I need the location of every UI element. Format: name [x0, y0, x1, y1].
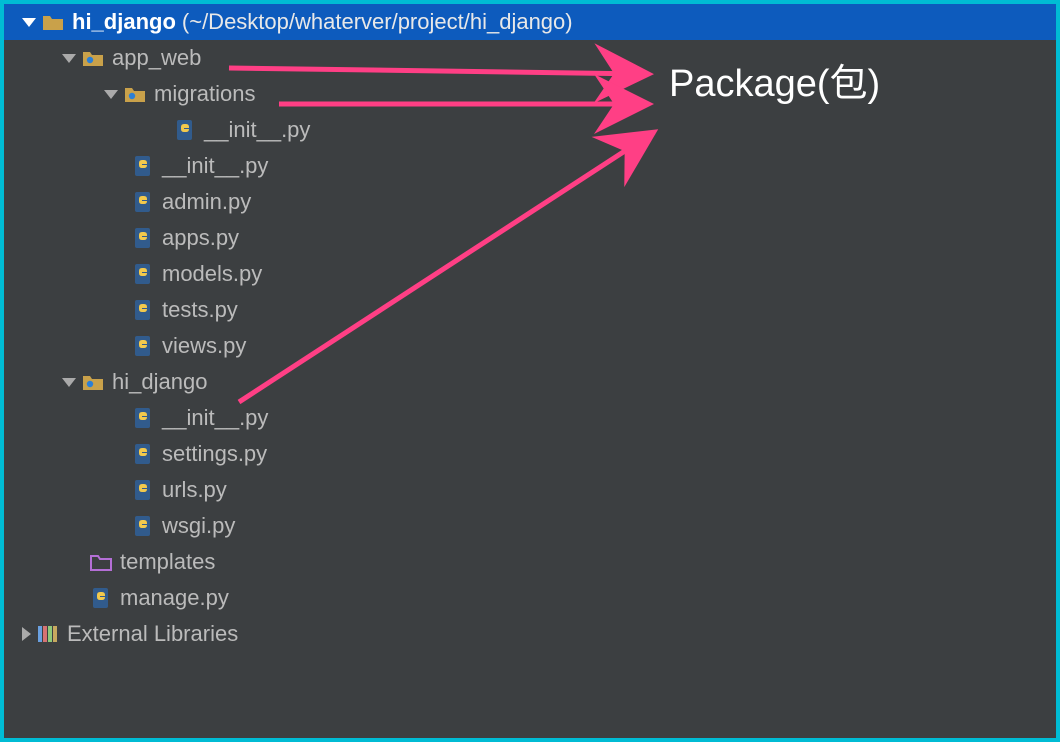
file-label: wsgi.py: [162, 513, 235, 539]
tree-row-file[interactable]: __init__.py: [4, 400, 1056, 436]
folder-label: migrations: [154, 81, 255, 107]
tree-row-file[interactable]: views.py: [4, 328, 1056, 364]
chevron-right-icon[interactable]: [22, 627, 31, 641]
file-label: settings.py: [162, 441, 267, 467]
file-label: apps.py: [162, 225, 239, 251]
python-file-icon: [132, 479, 154, 501]
python-file-icon: [132, 299, 154, 321]
file-label: __init__.py: [204, 117, 310, 143]
chevron-down-icon[interactable]: [62, 378, 76, 387]
python-file-icon: [174, 119, 196, 141]
tree-row-external-libraries[interactable]: External Libraries: [4, 616, 1056, 652]
tree-row-hi-django[interactable]: hi_django: [4, 364, 1056, 400]
python-file-icon: [132, 515, 154, 537]
file-label: __init__.py: [162, 405, 268, 431]
python-file-icon: [132, 191, 154, 213]
file-label: models.py: [162, 261, 262, 287]
folder-label: app_web: [112, 45, 201, 71]
python-file-icon: [90, 587, 112, 609]
python-file-icon: [132, 335, 154, 357]
file-label: urls.py: [162, 477, 227, 503]
file-label: admin.py: [162, 189, 251, 215]
root-name: hi_django: [72, 9, 176, 35]
tree-row-file[interactable]: __init__.py: [4, 148, 1056, 184]
chevron-down-icon[interactable]: [22, 18, 36, 27]
folder-icon: [42, 11, 64, 33]
tree-row-templates[interactable]: templates: [4, 544, 1056, 580]
tree-row-file[interactable]: settings.py: [4, 436, 1056, 472]
file-label: __init__.py: [162, 153, 268, 179]
folder-label: hi_django: [112, 369, 207, 395]
folder-icon: [90, 551, 112, 573]
tree-row-app-web[interactable]: app_web: [4, 40, 1056, 76]
annotation-label: Package(包): [669, 52, 880, 107]
tree-row-migrations[interactable]: migrations: [4, 76, 1056, 112]
package-folder-icon: [82, 371, 104, 393]
tree-row-file[interactable]: tests.py: [4, 292, 1056, 328]
python-file-icon: [132, 443, 154, 465]
tree-row-file[interactable]: urls.py: [4, 472, 1056, 508]
python-file-icon: [132, 263, 154, 285]
tree-row-file[interactable]: models.py: [4, 256, 1056, 292]
root-path: (~/Desktop/whaterver/project/hi_django): [182, 9, 573, 35]
external-libraries-label: External Libraries: [67, 621, 238, 647]
project-tree-panel: hi_django (~/Desktop/whaterver/project/h…: [0, 0, 1060, 742]
python-file-icon: [132, 227, 154, 249]
package-folder-icon: [124, 83, 146, 105]
tree-row-file[interactable]: manage.py: [4, 580, 1056, 616]
python-file-icon: [132, 407, 154, 429]
tree-row-file[interactable]: apps.py: [4, 220, 1056, 256]
tree-row-file[interactable]: wsgi.py: [4, 508, 1056, 544]
file-label: manage.py: [120, 585, 229, 611]
chevron-down-icon[interactable]: [104, 90, 118, 99]
tree-row-file[interactable]: admin.py: [4, 184, 1056, 220]
chevron-down-icon[interactable]: [62, 54, 76, 63]
package-folder-icon: [82, 47, 104, 69]
file-label: views.py: [162, 333, 246, 359]
python-file-icon: [132, 155, 154, 177]
file-label: tests.py: [162, 297, 238, 323]
folder-label: templates: [120, 549, 215, 575]
tree-row-file[interactable]: __init__.py: [4, 112, 1056, 148]
tree-row-root[interactable]: hi_django (~/Desktop/whaterver/project/h…: [4, 4, 1056, 40]
library-icon: [37, 623, 59, 645]
